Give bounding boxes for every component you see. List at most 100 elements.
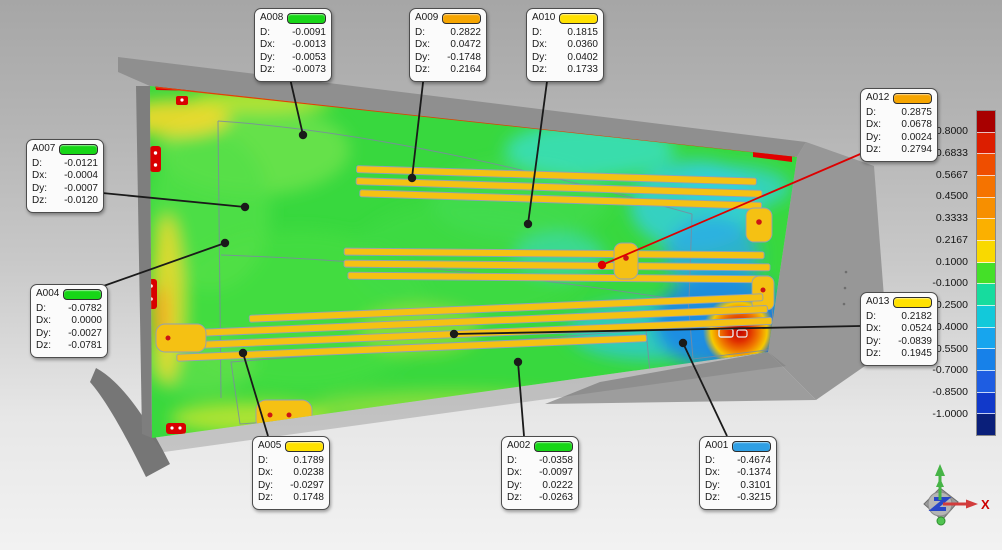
deviation-row: D: -0.0121 — [32, 158, 98, 171]
deviation-value: -0.0073 — [292, 64, 326, 77]
component-label: Dz: — [705, 492, 720, 505]
component-label: D: — [705, 455, 715, 468]
component-label: Dx: — [866, 119, 881, 132]
annotation-callout[interactable]: A001D:-0.4674Dx:-0.1374Dy:0.3101Dz:-0.32… — [699, 436, 777, 510]
deviation-row: D:-0.4674 — [705, 455, 771, 468]
measurement-point[interactable] — [450, 330, 458, 338]
annotation-header: A008 — [260, 12, 326, 25]
annotation-callout[interactable]: A009D:0.2822Dx:0.0472Dy:-0.1748Dz:0.2164 — [409, 8, 487, 82]
y-axis-feather — [936, 478, 944, 487]
measurement-point[interactable] — [299, 131, 307, 139]
deviation-color-swatch — [63, 289, 102, 300]
annotation-id: A007 — [32, 143, 55, 156]
scale-tick-label: -0.7000 — [902, 364, 968, 376]
measurement-point[interactable] — [241, 203, 249, 211]
scale-tick-label: 0.1000 — [902, 256, 968, 268]
scale-segment — [977, 414, 995, 435]
annotation-header: A002 — [507, 440, 573, 453]
component-label: Dy: — [507, 480, 522, 493]
deviation-value: -0.0053 — [292, 52, 326, 65]
deviation-row: D:0.1789 — [258, 455, 324, 468]
deviation-row: Dy:-0.0053 — [260, 52, 326, 65]
deviation-row: Dz: -0.3215 — [705, 492, 771, 505]
annotation-header: A007 — [32, 143, 98, 156]
deviation-row: D:0.2182 — [866, 311, 932, 324]
measurement-point[interactable] — [239, 349, 247, 357]
scale-segment — [977, 133, 995, 155]
deviation-value: -0.0097 — [539, 467, 573, 480]
annotation-callout[interactable]: A013 D:0.2182Dx:0.0524Dy:-0.0839Dz:0.1945 — [860, 292, 938, 366]
deviation-value: -0.0091 — [292, 27, 326, 40]
annotation-callout[interactable]: A004D:-0.0782Dx:0.0000Dy:-0.0027Dz:-0.07… — [30, 284, 108, 358]
measurement-point[interactable] — [408, 174, 416, 182]
measurement-point[interactable] — [679, 339, 687, 347]
measurement-point[interactable] — [524, 220, 532, 228]
component-label: Dx: — [705, 467, 720, 480]
deviation-row: Dz:-0.0263 — [507, 492, 573, 505]
annotation-id: A009 — [415, 12, 438, 25]
annotation-callout[interactable]: A008D:-0.0091Dx:-0.0013Dy:-0.0053Dz:-0.0… — [254, 8, 332, 82]
measurement-point[interactable] — [514, 358, 522, 366]
annotation-id: A002 — [507, 440, 530, 453]
scale-tick-label: -0.1000 — [902, 277, 968, 289]
scale-tick-label: 0.2167 — [902, 234, 968, 246]
deviation-row: D: -0.0091 — [260, 27, 326, 40]
deviation-row: D:-0.0782 — [36, 303, 102, 316]
annotation-header: A010 — [532, 12, 598, 25]
annotation-id: A010 — [532, 12, 555, 25]
annotation-callout[interactable]: A012D:0.2875Dx:0.0678Dy:0.0024Dz:0.2794 — [860, 88, 938, 162]
annotation-header: A009 — [415, 12, 481, 25]
deviation-color-swatch — [285, 441, 324, 452]
deviation-value: -0.0004 — [64, 170, 98, 183]
orientation-triad[interactable]: X — [896, 458, 996, 542]
annotation-callout[interactable]: A005D:0.1789Dx:0.0238Dy:-0.0297Dz:0.1748 — [252, 436, 330, 510]
deviation-value: 0.0222 — [542, 480, 573, 493]
component-label: D: — [36, 303, 46, 316]
annotation-callout[interactable]: A002D:-0.0358Dx:-0.0097Dy:0.0222Dz:-0.02… — [501, 436, 579, 510]
annotation-callout[interactable]: A010D:0.1815Dx:0.0360Dy:0.0402Dz:0.1733 — [526, 8, 604, 82]
scale-segment — [977, 393, 995, 415]
deviation-row: Dy:-0.0839 — [866, 336, 932, 349]
component-label: Dy: — [705, 480, 720, 493]
deviation-row: Dz:0.1945 — [866, 348, 932, 361]
deviation-row: Dx:0.0524 — [866, 323, 932, 336]
annotation-id: A001 — [705, 440, 728, 453]
deviation-value: 0.0238 — [293, 467, 324, 480]
deviation-value: 0.1748 — [293, 492, 324, 505]
component-label: D: — [532, 27, 542, 40]
scale-segment — [977, 371, 995, 393]
component-label: D: — [32, 158, 42, 171]
deviation-value: -0.0121 — [64, 158, 98, 171]
deviation-color-swatch — [534, 441, 573, 452]
deviation-row: Dz:0.1733 — [532, 64, 598, 77]
measurement-point[interactable] — [598, 261, 606, 269]
deviation-row: Dx:0.0678 — [866, 119, 932, 132]
component-label: Dz: — [415, 64, 430, 77]
deviation-value: -0.0013 — [292, 39, 326, 52]
component-label: Dz: — [260, 64, 275, 77]
annotation-callout[interactable]: A007D:-0.0121Dx:-0.0004Dy:-0.0007Dz:-0.0… — [26, 139, 104, 213]
measurement-point[interactable] — [221, 239, 229, 247]
deviation-row: Dx:0.0238 — [258, 467, 324, 480]
component-label: D: — [415, 27, 425, 40]
deviation-row: Dz:0.2164 — [415, 64, 481, 77]
component-label: Dy: — [866, 336, 881, 349]
component-label: Dy: — [258, 480, 273, 493]
color-scale-bar — [976, 110, 996, 436]
scale-segment — [977, 176, 995, 198]
x-axis-label: X — [981, 497, 990, 512]
component-label: Dy: — [415, 52, 430, 65]
scale-tick-label: -0.8500 — [902, 386, 968, 398]
deviation-value: 0.0472 — [450, 39, 481, 52]
annotation-id: A013 — [866, 296, 889, 309]
component-label: D: — [260, 27, 270, 40]
inspection-viewport: A008D:-0.0091Dx:-0.0013Dy:-0.0053Dz:-0.0… — [0, 0, 1002, 550]
deviation-color-swatch — [287, 13, 326, 24]
deviation-value: -0.0007 — [64, 183, 98, 196]
annotation-id: A005 — [258, 440, 281, 453]
deviation-value: -0.3215 — [737, 492, 771, 505]
deviation-row: Dy: 0.0222 — [507, 480, 573, 493]
deviation-color-swatch — [893, 93, 932, 104]
annotation-id: A004 — [36, 288, 59, 301]
deviation-value: 0.0524 — [901, 323, 932, 336]
